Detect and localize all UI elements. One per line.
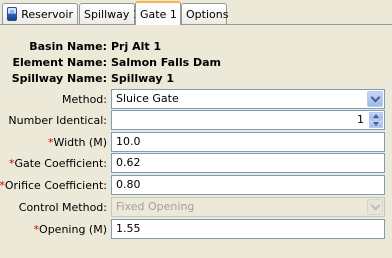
width-value: 10.0 — [116, 135, 141, 148]
basin-name-label: Basin Name: — [29, 40, 107, 53]
opening-label: *Opening (M) — [34, 223, 107, 236]
gate-coefficient-label-text: Gate Coefficient: — [14, 157, 107, 170]
orifice-coefficient-input[interactable]: 0.80 — [111, 175, 385, 195]
gate-panel: Basin Name: Prj Alt 1 Element Name: Salm… — [0, 24, 392, 258]
number-identical-value: 1 — [357, 113, 364, 126]
control-method-value: Fixed Opening — [116, 200, 195, 213]
number-identical-label: Number Identical: — [8, 114, 107, 127]
method-label: Method: — [62, 93, 107, 106]
gate-coefficient-label: *Gate Coefficient: — [9, 157, 107, 170]
arrow-down-icon — [373, 122, 379, 126]
method-select[interactable]: Sluice Gate — [111, 89, 385, 109]
spinner-buttons — [369, 112, 383, 128]
gate-coefficient-value: 0.62 — [116, 156, 141, 169]
tab-strip: Reservoir Spillway 1 Gate 1 Options — [0, 0, 392, 26]
reservoir-icon — [7, 7, 18, 21]
tab-spillway-1[interactable]: Spillway 1 — [79, 3, 140, 24]
opening-value: 1.55 — [116, 222, 141, 235]
chevron-down-icon — [370, 200, 380, 211]
tab-reservoir[interactable]: Reservoir — [2, 3, 78, 24]
spinner-down-button[interactable] — [369, 120, 383, 128]
basin-name-value: Prj Alt 1 — [111, 40, 162, 53]
spinner-up-button[interactable] — [369, 112, 383, 120]
width-label-text: Width (M) — [53, 136, 107, 149]
orifice-coefficient-label: *Orifice Coefficient: — [0, 179, 107, 192]
orifice-coefficient-value: 0.80 — [116, 178, 141, 191]
control-method-dropdown-button — [367, 199, 383, 215]
number-identical-spinner[interactable]: 1 — [111, 110, 385, 130]
spillway-name-value: Spillway 1 — [111, 72, 175, 85]
control-method-label: Control Method: — [18, 201, 107, 214]
chevron-down-icon — [370, 92, 380, 103]
spillway-name-label: Spillway Name: — [11, 72, 107, 85]
tab-spillway-1-label: Spillway 1 — [84, 7, 140, 21]
element-name-value: Salmon Falls Dam — [111, 56, 222, 69]
tab-reservoir-label: Reservoir — [21, 7, 73, 21]
tab-options[interactable]: Options — [181, 3, 229, 24]
width-input[interactable]: 10.0 — [111, 132, 385, 152]
method-dropdown-button[interactable] — [367, 91, 383, 107]
method-value: Sluice Gate — [116, 92, 179, 105]
tab-gate-1-label: Gate 1 — [140, 7, 177, 21]
arrow-up-icon — [373, 114, 379, 118]
element-name-label: Element Name: — [12, 56, 107, 69]
tab-gate-1[interactable]: Gate 1 — [135, 1, 181, 25]
opening-input[interactable]: 1.55 — [111, 219, 385, 239]
width-label: *Width (M) — [48, 136, 107, 149]
opening-label-text: Opening (M) — [39, 223, 107, 236]
gate-coefficient-input[interactable]: 0.62 — [111, 153, 385, 173]
orifice-coefficient-label-text: Orifice Coefficient: — [4, 179, 107, 192]
tab-options-label: Options — [186, 7, 229, 21]
control-method-select: Fixed Opening — [111, 197, 385, 217]
